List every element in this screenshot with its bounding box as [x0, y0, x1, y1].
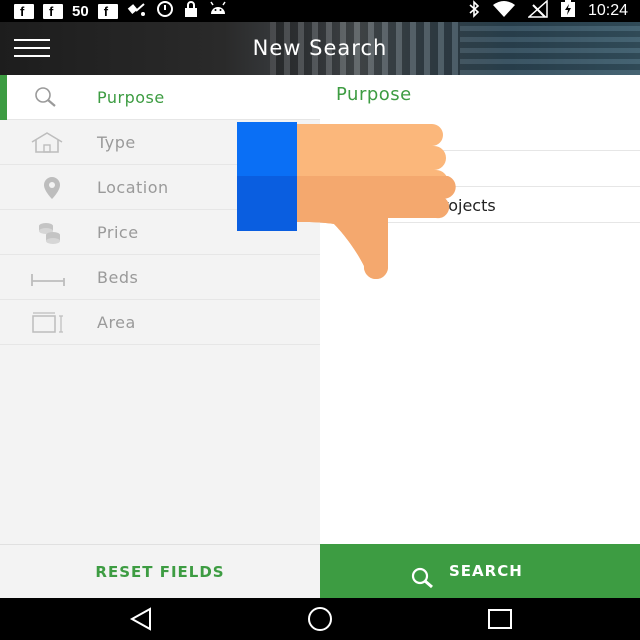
bluetooth-icon: [468, 0, 480, 22]
home-icon[interactable]: [305, 606, 335, 632]
sidebar-item-label: Purpose: [97, 88, 165, 107]
search-icon: [30, 86, 66, 110]
no-signal-icon: [526, 0, 548, 23]
status-bar-right: 10:24: [468, 0, 628, 23]
back-icon[interactable]: [126, 606, 156, 632]
battery-charging-icon: [560, 0, 576, 23]
facebook-icon: f: [97, 3, 118, 19]
wifi-icon: [492, 0, 516, 23]
location-pin-icon: [30, 176, 66, 200]
sidebar-item-label: Type: [97, 133, 136, 152]
sidebar-item-label: Price: [97, 223, 139, 242]
panel-title: Purpose: [336, 84, 412, 105]
sidebar-item-purpose[interactable]: Purpose: [0, 75, 320, 120]
area-icon: [30, 311, 66, 335]
status-bar-left: f f 50 f: [14, 0, 228, 23]
reset-fields-button[interactable]: RESET FIELDS: [0, 544, 320, 598]
search-icon: [409, 559, 441, 589]
sidebar-item-label: Area: [97, 313, 136, 332]
app-bar: New Search: [0, 22, 640, 75]
search-button-label: SEARCH: [449, 562, 523, 580]
notification-count: 50: [72, 2, 89, 20]
facebook-icon: f: [14, 3, 34, 19]
clock: 10:24: [587, 2, 628, 19]
data-saver-icon: [156, 0, 174, 23]
android-icon: [208, 1, 228, 22]
status-bar: f f 50 f 10:24: [0, 0, 640, 22]
sidebar-item-label: Beds: [97, 268, 139, 287]
lock-icon: [183, 0, 199, 23]
sidebar-item-label: Location: [97, 178, 169, 197]
house-icon: [30, 131, 66, 155]
sidebar-item-area[interactable]: Area: [0, 300, 320, 345]
thumbs-down-icon: [236, 118, 456, 290]
coins-icon: [30, 221, 66, 245]
recents-icon[interactable]: [485, 606, 515, 632]
system-navigation-bar: [0, 598, 640, 640]
page-title: New Search: [252, 36, 388, 60]
bed-icon: [30, 266, 66, 290]
satellite-icon: [127, 1, 147, 22]
search-button[interactable]: SEARCH: [320, 544, 640, 598]
facebook-icon: f: [43, 3, 63, 19]
